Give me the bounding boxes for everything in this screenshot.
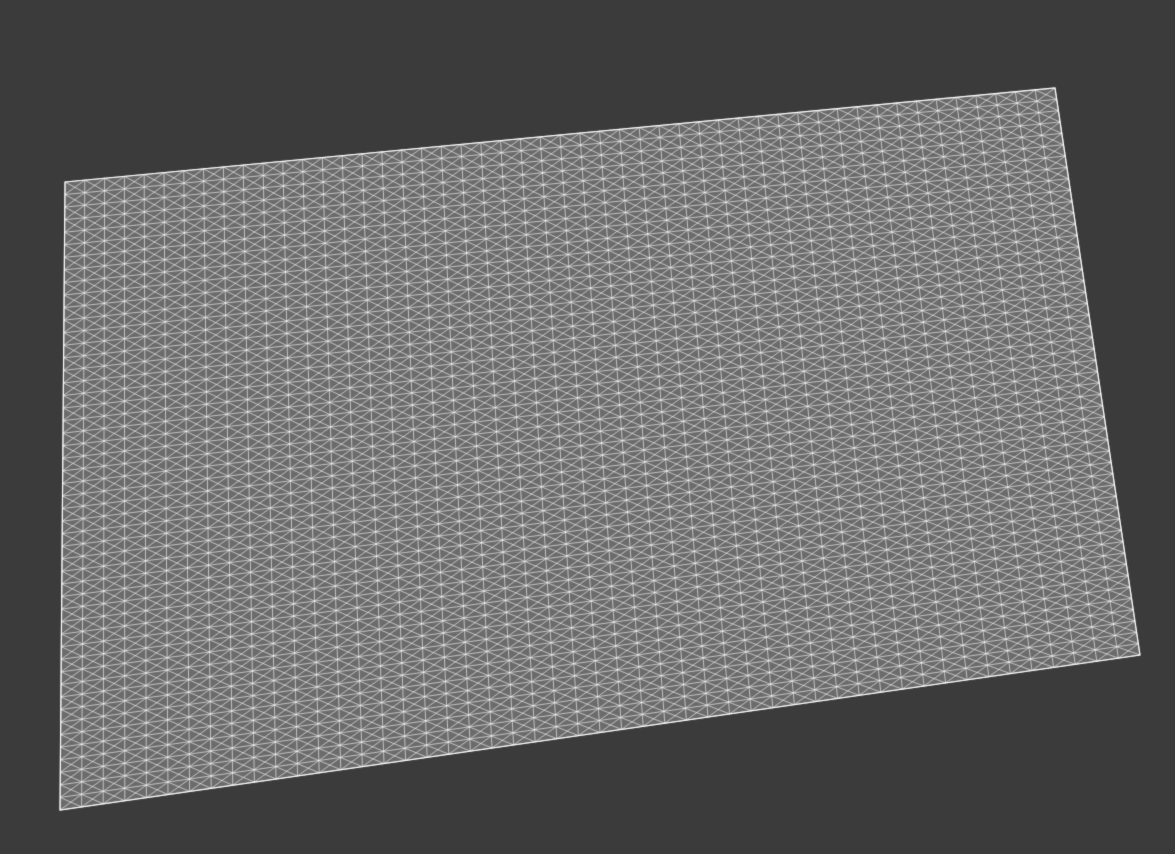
3d-viewport[interactable] <box>0 0 1175 854</box>
